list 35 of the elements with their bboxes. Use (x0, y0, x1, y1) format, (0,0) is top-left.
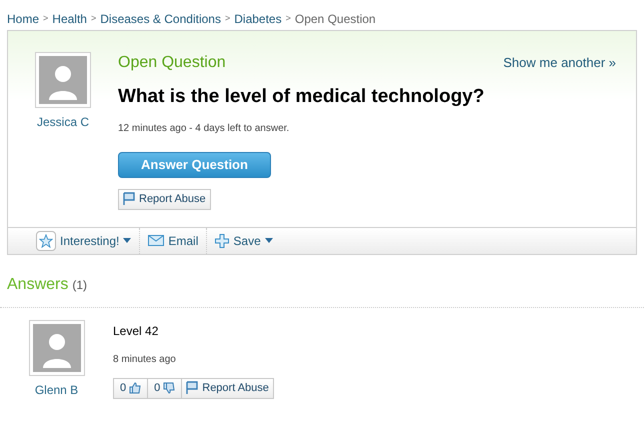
answer-text: Level 42 (113, 322, 158, 340)
star-icon (36, 230, 56, 250)
breadcrumb-link[interactable]: Diabetes (234, 10, 282, 28)
toolbar-button[interactable]: Save (206, 228, 281, 254)
breadcrumb-link[interactable]: Home (7, 10, 40, 28)
answerer-name[interactable]: Glenn B (34, 380, 78, 398)
toolbar-button[interactable]: Email (139, 228, 206, 254)
asker-name[interactable]: Jessica C (36, 113, 89, 131)
breadcrumb-link[interactable]: Open Question (294, 10, 376, 28)
question-status: Open Question (118, 53, 226, 73)
report-abuse-button[interactable]: Report Abuse (182, 378, 274, 398)
breadcrumb-link[interactable]: Health (52, 10, 87, 28)
caret-icon (264, 238, 273, 243)
breadcrumb-separator: > (90, 12, 96, 26)
thumbs-up-icon (129, 382, 142, 394)
breadcrumb-separator: > (43, 12, 48, 26)
breadcrumb-separator: > (224, 12, 230, 26)
plus-icon (215, 234, 230, 248)
breadcrumb-separator: > (286, 12, 291, 26)
question-title: What is the level of medical technology? (118, 85, 484, 109)
envelope-icon (148, 235, 164, 246)
question-meta: 12 minutes ago - 4 days left to answer. (118, 122, 290, 136)
report-abuse-button[interactable]: Report Abuse (118, 188, 211, 210)
thumbs-down-button[interactable]: 0 (148, 378, 182, 398)
flag-icon (186, 381, 198, 395)
toolbar-button[interactable]: Interesting! (28, 228, 140, 254)
show-another-link[interactable]: Show me another » (503, 53, 616, 73)
answers-count: (1) (72, 276, 88, 294)
breadcrumb-link[interactable]: Diseases & Conditions (100, 10, 221, 28)
answer-meta: 8 minutes ago (113, 352, 176, 366)
caret-icon (123, 238, 132, 243)
flag-icon (123, 192, 135, 206)
thumbs-up-button[interactable]: 0 (113, 378, 148, 398)
answers-heading: Answers (7, 274, 68, 294)
thumbs-down-icon (163, 382, 176, 394)
